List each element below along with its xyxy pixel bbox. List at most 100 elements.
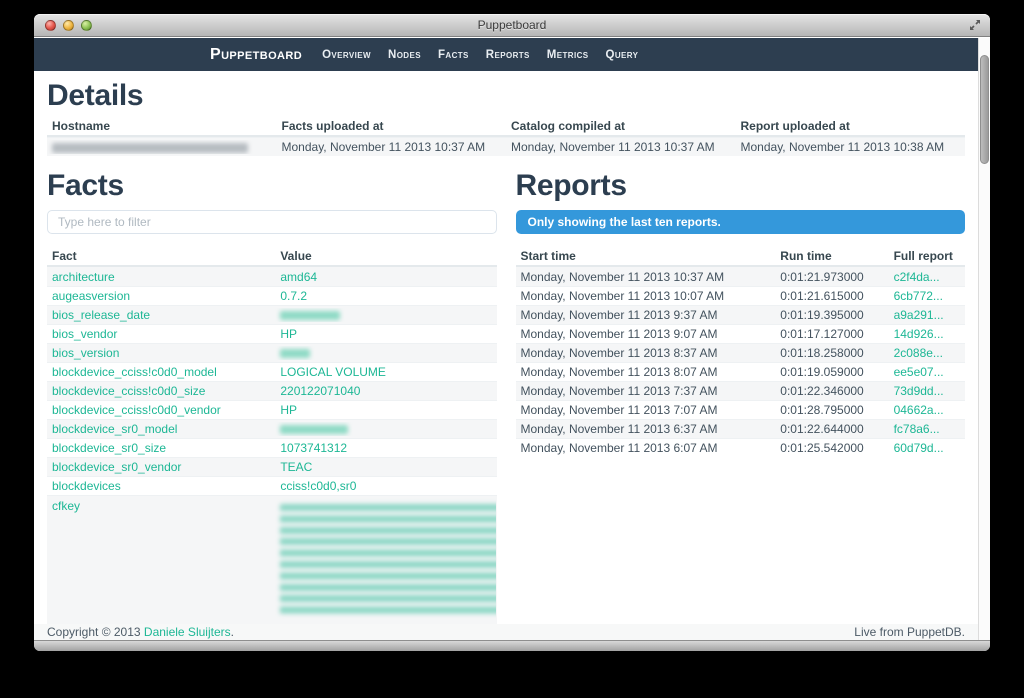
full-report-link[interactable]: a9a291... bbox=[894, 308, 944, 322]
report-row: Monday, November 11 2013 10:37 AM0:01:21… bbox=[516, 267, 966, 286]
nav-item-nodes[interactable]: Nodes bbox=[388, 49, 421, 61]
reports-table-body: Monday, November 11 2013 10:37 AM0:01:21… bbox=[516, 267, 966, 457]
fact-value-link[interactable]: cciss!c0d0,sr0 bbox=[280, 479, 356, 493]
details-col-catalog-compiled: Catalog compiled at bbox=[506, 119, 736, 133]
report-row: Monday, November 11 2013 9:07 AM0:01:17.… bbox=[516, 324, 966, 343]
fact-link[interactable]: blockdevices bbox=[52, 479, 121, 493]
facts-filter-input[interactable] bbox=[47, 210, 497, 234]
full-report-link[interactable]: 60d79d... bbox=[894, 441, 944, 455]
full-report-link[interactable]: 6cb772... bbox=[894, 289, 943, 303]
fact-link[interactable]: blockdevice_sr0_model bbox=[52, 422, 177, 436]
scrollbar-thumb[interactable] bbox=[980, 55, 989, 164]
report-start-time: Monday, November 11 2013 9:37 AM bbox=[516, 308, 776, 322]
author-link[interactable]: Daniele Sluijters bbox=[144, 625, 231, 639]
report-run-time: 0:01:25.542000 bbox=[775, 441, 888, 455]
details-heading: Details bbox=[47, 79, 965, 113]
fact-value-link[interactable]: HP bbox=[280, 403, 297, 417]
fact-link[interactable]: augeasversion bbox=[52, 289, 130, 303]
report-start-time: Monday, November 11 2013 9:07 AM bbox=[516, 327, 776, 341]
fact-value-link[interactable]: 220122071040 bbox=[280, 384, 360, 398]
fact-row: cfkey bbox=[47, 495, 497, 624]
report-start-time: Monday, November 11 2013 8:37 AM bbox=[516, 346, 776, 360]
details-col-report-uploaded: Report uploaded at bbox=[736, 119, 966, 133]
fact-row: blockdevice_cciss!c0d0_size 220122071040 bbox=[47, 381, 497, 400]
nav-item-metrics[interactable]: Metrics bbox=[547, 49, 589, 61]
details-col-hostname: Hostname bbox=[47, 119, 277, 133]
footer-copyright: Copyright © 2013 Daniele Sluijters. bbox=[47, 625, 234, 639]
report-start-time: Monday, November 11 2013 8:07 AM bbox=[516, 365, 776, 379]
report-start-time: Monday, November 11 2013 6:37 AM bbox=[516, 422, 776, 436]
reports-col-start-time: Start time bbox=[516, 249, 776, 263]
fact-row: bios_version bbox=[47, 343, 497, 362]
report-run-time: 0:01:19.059000 bbox=[775, 365, 888, 379]
report-start-time: Monday, November 11 2013 10:07 AM bbox=[516, 289, 776, 303]
report-run-time: 0:01:22.644000 bbox=[775, 422, 888, 436]
fact-link[interactable]: cfkey bbox=[52, 499, 80, 513]
full-report-link[interactable]: c2f4da... bbox=[894, 270, 940, 284]
nav-item-facts[interactable]: Facts bbox=[438, 49, 469, 61]
full-report-link[interactable]: 73d9dd... bbox=[894, 384, 944, 398]
report-start-time: Monday, November 11 2013 7:07 AM bbox=[516, 403, 776, 417]
nav-item-reports[interactable]: Reports bbox=[486, 49, 530, 61]
report-row: Monday, November 11 2013 7:37 AM0:01:22.… bbox=[516, 381, 966, 400]
fact-link[interactable]: blockdevice_sr0_size bbox=[52, 441, 166, 455]
desktop-background: Puppetboard Puppetboard Overview Nodes Fac… bbox=[0, 0, 1024, 698]
scrollbar[interactable] bbox=[978, 38, 990, 640]
full-report-link[interactable]: 2c088e... bbox=[894, 346, 943, 360]
full-report-link[interactable]: 14d926... bbox=[894, 327, 944, 341]
fact-value-link[interactable]: 1073741312 bbox=[280, 441, 347, 455]
fact-value-link[interactable]: 0.7.2 bbox=[280, 289, 307, 303]
facts-table: Fact Value architectureamd64augeasversio… bbox=[47, 247, 497, 624]
facts-col-value: Value bbox=[275, 249, 496, 263]
fullscreen-icon[interactable] bbox=[968, 18, 982, 32]
fact-link[interactable]: bios_vendor bbox=[52, 327, 117, 341]
nav-item-overview[interactable]: Overview bbox=[322, 49, 371, 61]
fact-row: bios_release_date bbox=[47, 305, 497, 324]
catalog-compiled-at: Monday, November 11 2013 10:37 AM bbox=[506, 140, 736, 154]
fact-row: architecture amd64 bbox=[47, 267, 497, 286]
fact-row: blockdevice_sr0_size 1073741312 bbox=[47, 438, 497, 457]
fact-row: blockdevice_cciss!c0d0_vendor HP bbox=[47, 400, 497, 419]
fact-row: blockdevice_sr0_model bbox=[47, 419, 497, 438]
reports-col-run-time: Run time bbox=[775, 249, 888, 263]
hostname-redacted bbox=[47, 140, 277, 154]
facts-uploaded-at: Monday, November 11 2013 10:37 AM bbox=[277, 140, 507, 154]
fact-value-link[interactable]: HP bbox=[280, 327, 297, 341]
fact-link[interactable]: bios_version bbox=[52, 346, 119, 360]
fact-value-link[interactable]: amd64 bbox=[280, 270, 317, 284]
redacted-value bbox=[280, 425, 348, 434]
report-start-time: Monday, November 11 2013 10:37 AM bbox=[516, 270, 776, 284]
navbar-brand[interactable]: Puppetboard bbox=[210, 46, 302, 64]
full-report-link[interactable]: ee5e07... bbox=[894, 365, 944, 379]
fact-link[interactable]: blockdevice_sr0_vendor bbox=[52, 460, 181, 474]
window-titlebar[interactable]: Puppetboard bbox=[34, 14, 990, 37]
fact-link[interactable]: blockdevice_cciss!c0d0_model bbox=[52, 365, 217, 379]
fact-value-link[interactable]: LOGICAL VOLUME bbox=[280, 365, 386, 379]
report-run-time: 0:01:22.346000 bbox=[775, 384, 888, 398]
fact-link[interactable]: blockdevice_cciss!c0d0_vendor bbox=[52, 403, 221, 417]
report-row: Monday, November 11 2013 9:37 AM0:01:19.… bbox=[516, 305, 966, 324]
report-row: Monday, November 11 2013 10:07 AM0:01:21… bbox=[516, 286, 966, 305]
facts-heading: Facts bbox=[47, 169, 497, 203]
report-row: Monday, November 11 2013 6:07 AM0:01:25.… bbox=[516, 438, 966, 457]
redacted-value-block bbox=[280, 504, 496, 616]
fact-value-link[interactable]: TEAC bbox=[280, 460, 312, 474]
report-run-time: 0:01:28.795000 bbox=[775, 403, 888, 417]
fact-row: blockdevice_sr0_vendor TEAC bbox=[47, 457, 497, 476]
details-table-row: Monday, November 11 2013 10:37 AM Monday… bbox=[47, 137, 965, 156]
report-row: Monday, November 11 2013 6:37 AM0:01:22.… bbox=[516, 419, 966, 438]
fact-link[interactable]: bios_release_date bbox=[52, 308, 150, 322]
fact-row: bios_vendor HP bbox=[47, 324, 497, 343]
full-report-link[interactable]: fc78a6... bbox=[894, 422, 940, 436]
report-run-time: 0:01:17.127000 bbox=[775, 327, 888, 341]
nav-item-query[interactable]: Query bbox=[606, 49, 639, 61]
page-content: Details Hostname Facts uploaded at Catal… bbox=[34, 71, 978, 640]
two-column-layout: Facts Fact Value architectureamd64augeas… bbox=[47, 169, 965, 624]
report-start-time: Monday, November 11 2013 6:07 AM bbox=[516, 441, 776, 455]
report-uploaded-at: Monday, November 11 2013 10:38 AM bbox=[736, 140, 966, 154]
fact-link[interactable]: blockdevice_cciss!c0d0_size bbox=[52, 384, 205, 398]
fact-link[interactable]: architecture bbox=[52, 270, 115, 284]
browser-window: Puppetboard Puppetboard Overview Nodes Fac… bbox=[34, 14, 990, 651]
reports-section: Reports Only showing the last ten report… bbox=[516, 169, 966, 624]
full-report-link[interactable]: 04662a... bbox=[894, 403, 944, 417]
